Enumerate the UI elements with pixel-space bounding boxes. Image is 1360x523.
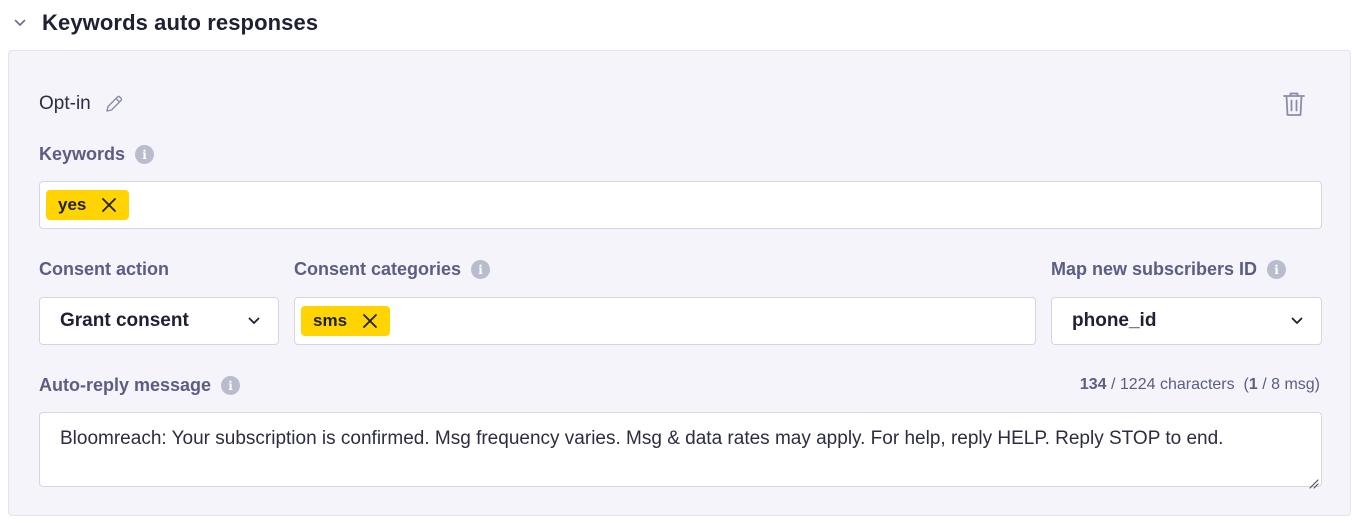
info-icon[interactable]: i (1267, 260, 1287, 279)
pencil-icon[interactable] (103, 93, 125, 115)
auto-reply-label-text: Auto-reply message (39, 375, 212, 395)
auto-reply-message: Bloomreach: Your subscription is confirm… (60, 428, 1224, 449)
consent-action-label: Consent action (39, 259, 169, 280)
consent-action-value: Grant consent (60, 310, 189, 331)
keyword-tag-label: yes (58, 195, 87, 214)
character-limit: / 1224 characters ( (1106, 376, 1249, 393)
map-subscribers-value: phone_id (1072, 310, 1157, 331)
keyword-tag: yes (46, 190, 130, 220)
message-count: 1 (1248, 376, 1258, 393)
category-tag-label: sms (313, 311, 348, 330)
rule-name: Opt-in (39, 93, 91, 114)
info-icon[interactable]: i (221, 376, 241, 395)
category-tag: sms (301, 306, 391, 336)
keyword-rule-card: Opt-in Keywords i yes Consent action Con… (8, 50, 1351, 516)
close-icon[interactable] (361, 312, 379, 330)
consent-categories-label-text: Consent categories (294, 259, 462, 279)
consent-categories-label: Consent categories i (294, 259, 491, 280)
close-icon[interactable] (100, 196, 118, 214)
section-header[interactable]: Keywords auto responses (10, 6, 318, 40)
map-subscribers-label: Map new subscribers ID i (1051, 259, 1287, 280)
resize-handle-icon[interactable] (1307, 472, 1319, 489)
auto-reply-textarea[interactable]: Bloomreach: Your subscription is confirm… (39, 412, 1322, 489)
chevron-down-icon[interactable] (10, 13, 30, 33)
auto-reply-label: Auto-reply message i (39, 375, 241, 396)
info-icon[interactable]: i (471, 260, 491, 279)
character-counter: 134 / 1224 characters ( 1 / 8 msg) (1080, 376, 1320, 394)
character-count: 134 (1079, 376, 1107, 393)
section-title: Keywords auto responses (42, 10, 319, 35)
map-subscribers-select[interactable]: phone_id (1051, 297, 1322, 345)
rule-name-row: Opt-in (39, 89, 125, 119)
trash-icon[interactable] (1280, 89, 1308, 119)
keywords-label-text: Keywords (39, 144, 126, 164)
consent-action-label-text: Consent action (39, 259, 170, 279)
keywords-label: Keywords i (39, 144, 155, 165)
consent-action-select[interactable]: Grant consent (39, 297, 279, 345)
message-limit: / 8 msg) (1257, 376, 1320, 393)
keywords-input[interactable]: yes (39, 181, 1322, 229)
consent-categories-input[interactable]: sms (294, 297, 1036, 345)
chevron-down-icon (1291, 312, 1303, 330)
info-icon[interactable]: i (135, 145, 155, 164)
map-subscribers-label-text: Map new subscribers ID (1051, 259, 1258, 279)
chevron-down-icon (248, 312, 260, 330)
